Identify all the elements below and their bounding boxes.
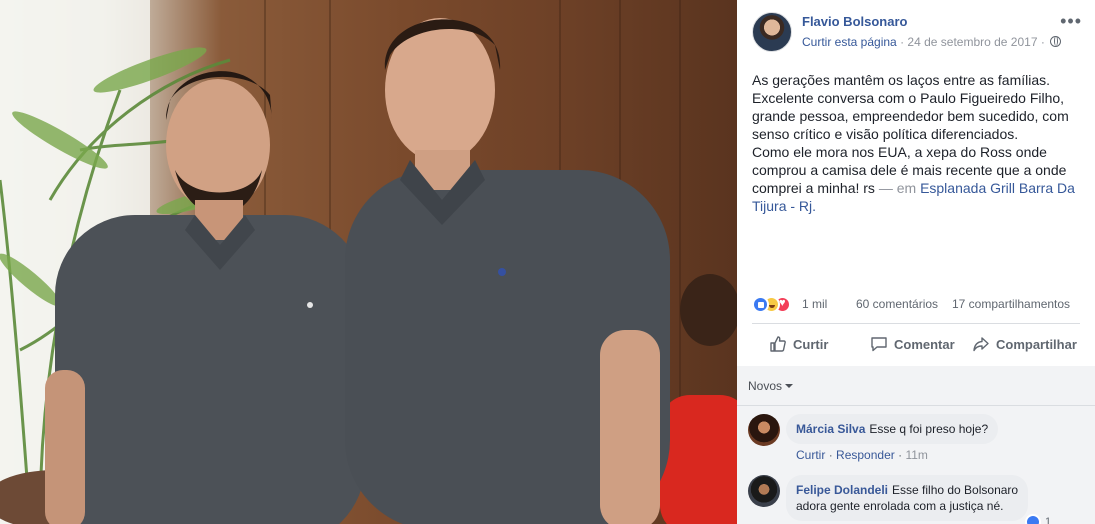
like-reaction-icon xyxy=(752,296,769,313)
post-sidebar: Flavio Bolsonaro Curtir esta página · 24… xyxy=(737,0,1095,524)
avatar[interactable] xyxy=(748,475,780,507)
divider xyxy=(737,405,1095,406)
reactions-count[interactable]: 1 mil xyxy=(802,297,827,311)
comment-sort-dropdown[interactable]: Novos xyxy=(748,379,794,393)
share-arrow-icon xyxy=(973,337,989,352)
comment-item: Felipe Dolandeli Esse filho do Bolsonaro … xyxy=(748,475,1088,524)
post-text-line: Como ele mora nos EUA, a xepa do Ross on… xyxy=(752,143,1087,215)
comment-like-reaction-icon[interactable] xyxy=(1025,514,1041,524)
page-name-link[interactable]: Flavio Bolsonaro xyxy=(802,14,907,29)
comment-meta: Curtir · Responder · 11m xyxy=(796,448,928,462)
meta-dot: · xyxy=(828,448,837,462)
post-text-line: As gerações mantêm os laços entre as fam… xyxy=(752,72,1051,88)
post-text-line: Excelente conversa com o Paulo Figueired… xyxy=(752,90,1069,142)
comments-section: Novos Márcia Silva Esse q foi preso hoje?… xyxy=(737,366,1095,524)
comments-count[interactable]: 60 comentários xyxy=(856,297,938,311)
comment-bubble: Márcia Silva Esse q foi preso hoje? xyxy=(786,414,999,444)
like-button[interactable]: Curtir xyxy=(769,326,828,362)
comment-button-label: Comentar xyxy=(894,336,955,352)
meta-dot: · xyxy=(1040,35,1049,49)
thumbs-up-icon xyxy=(770,336,786,352)
comment-author[interactable]: Felipe Dolandeli xyxy=(796,483,888,497)
reactions-summary[interactable] xyxy=(752,296,800,314)
shares-count[interactable]: 17 compartilhamentos xyxy=(952,297,1070,311)
comment-text: adora gente enrolada com a justiça né. xyxy=(796,499,1004,513)
divider xyxy=(752,323,1080,324)
post-stats: 1 mil 60 comentários 17 compartilhamento… xyxy=(752,295,1082,315)
comment-text: Esse filho do Bolsonaro xyxy=(892,483,1019,497)
photo-illustration xyxy=(0,0,737,524)
post-text: As gerações mantêm os laços entre as fam… xyxy=(752,71,1087,215)
comment-icon xyxy=(871,337,887,352)
comment-author[interactable]: Márcia Silva xyxy=(796,422,865,436)
comment-time[interactable]: 11m xyxy=(905,448,927,462)
like-button-label: Curtir xyxy=(793,336,829,352)
caret-down-icon xyxy=(785,384,794,388)
avatar[interactable] xyxy=(748,414,780,446)
comment-reply-link[interactable]: Responder xyxy=(836,448,895,462)
post-meta: Curtir esta página · 24 de setembro de 2… xyxy=(802,35,1062,49)
share-button-label: Compartilhar xyxy=(996,336,1077,352)
comment-bubble: Felipe Dolandeli Esse filho do Bolsonaro … xyxy=(786,475,1029,521)
more-options-icon[interactable]: ••• xyxy=(1060,12,1082,30)
comment-like-count[interactable]: 1 xyxy=(1045,516,1051,524)
page-avatar[interactable] xyxy=(752,12,792,52)
comment-button[interactable]: Comentar xyxy=(870,326,955,362)
comment-sort-label: Novos xyxy=(748,379,783,393)
comment-item: Márcia Silva Esse q foi preso hoje? Curti… xyxy=(748,414,1088,464)
globe-icon[interactable] xyxy=(1050,36,1062,47)
post-header: Flavio Bolsonaro Curtir esta página · 24… xyxy=(752,12,1082,52)
post-photo[interactable] xyxy=(0,0,737,524)
like-page-link[interactable]: Curtir esta página xyxy=(802,35,897,49)
post-date[interactable]: 24 de setembro de 2017 xyxy=(907,35,1037,49)
comment-text: Esse q foi preso hoje? xyxy=(869,422,989,436)
share-button[interactable]: Compartilhar xyxy=(972,326,1077,362)
comment-like-link[interactable]: Curtir xyxy=(796,448,825,462)
place-separator: — em xyxy=(878,180,917,196)
post-actions: Curtir Comentar Compartilhar xyxy=(752,326,1082,362)
